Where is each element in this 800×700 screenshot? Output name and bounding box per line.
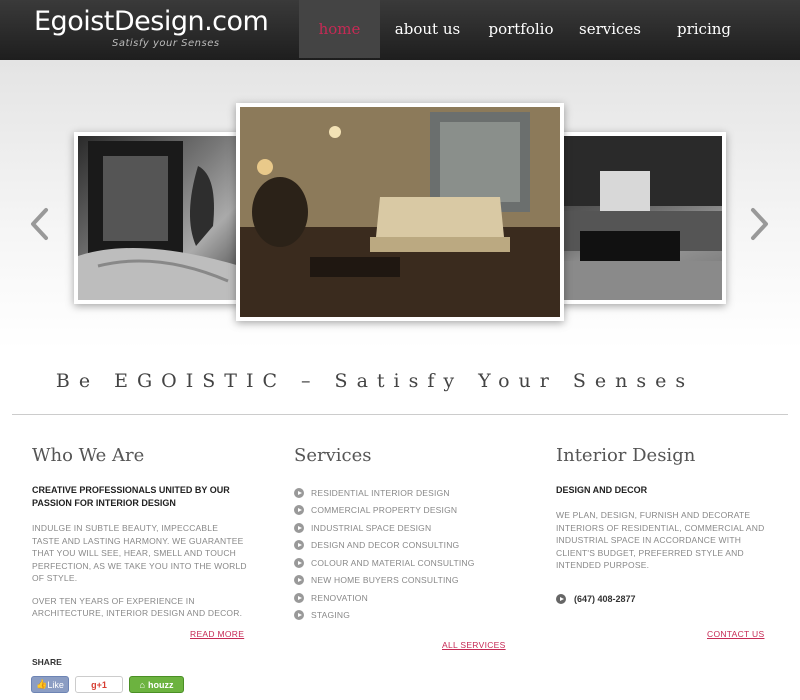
google-plus-button[interactable]: g+1 — [75, 676, 123, 693]
facebook-like-button[interactable]: 👍 Like — [31, 676, 69, 693]
chevron-left-icon[interactable] — [28, 206, 52, 242]
image-carousel — [0, 60, 800, 350]
nav-services[interactable]: services — [567, 0, 653, 58]
nav-home[interactable]: home — [299, 0, 380, 58]
site-logo[interactable]: EgoistDesign.com — [34, 6, 269, 37]
play-bullet-icon — [294, 505, 304, 516]
services-section: Services RESIDENTIAL INTERIOR DESIGN COM… — [294, 445, 509, 624]
play-bullet-icon — [294, 557, 304, 568]
service-item[interactable]: NEW HOME BUYERS CONSULTING — [294, 572, 509, 590]
section-divider — [12, 414, 788, 415]
carousel-slide-previous[interactable] — [74, 132, 244, 304]
phone-bullet-icon — [556, 594, 566, 604]
site-header: EgoistDesign.com Satisfy your Senses hom… — [0, 0, 800, 60]
service-item[interactable]: COMMERCIAL PROPERTY DESIGN — [294, 502, 509, 520]
who-we-are-paragraph-2: OVER TEN YEARS OF EXPERIENCE IN ARCHITEC… — [32, 595, 243, 619]
service-item[interactable]: STAGING — [294, 607, 509, 625]
main-nav: home about us portfolio services pricing — [299, 0, 755, 58]
slide-image-bw-livingroom — [560, 136, 722, 300]
nav-pricing[interactable]: pricing — [653, 0, 755, 58]
share-buttons: 👍 Like g+1 ⌂ houzz — [31, 676, 184, 693]
logo-tagline: Satisfy your Senses — [112, 38, 220, 49]
houzz-logo-icon: ⌂ — [139, 679, 145, 690]
interior-design-title: Interior Design — [556, 445, 696, 466]
site-slogan: Be EGOISTIC – Satisfy Your Senses — [55, 370, 695, 392]
service-item[interactable]: DESIGN AND DECOR CONSULTING — [294, 537, 509, 555]
all-services-link[interactable]: ALL SERVICES — [442, 640, 506, 650]
carousel-slide-next[interactable] — [556, 132, 726, 304]
carousel-slide-current[interactable] — [236, 103, 564, 321]
play-bullet-icon — [294, 487, 304, 498]
play-bullet-icon — [294, 575, 304, 586]
interior-design-section: Interior Design DESIGN AND DECOR WE PLAN… — [556, 445, 771, 582]
play-bullet-icon — [294, 592, 304, 603]
contact-us-link[interactable]: CONTACT US — [707, 629, 764, 639]
play-bullet-icon — [294, 540, 304, 551]
who-we-are-subtitle: CREATIVE PROFESSIONALS UNITED BY OUR PAS… — [32, 485, 230, 508]
share-label: SHARE — [32, 657, 62, 667]
play-bullet-icon — [294, 610, 304, 621]
nav-portfolio[interactable]: portfolio — [475, 0, 567, 58]
service-item[interactable]: COLOUR AND MATERIAL CONSULTING — [294, 554, 509, 572]
service-item[interactable]: RESIDENTIAL INTERIOR DESIGN — [294, 484, 509, 502]
service-item[interactable]: RENOVATION — [294, 589, 509, 607]
services-list: RESIDENTIAL INTERIOR DESIGN COMMERCIAL P… — [294, 484, 509, 624]
play-bullet-icon — [294, 522, 304, 533]
service-item[interactable]: INDUSTRIAL SPACE DESIGN — [294, 519, 509, 537]
services-title: Services — [294, 445, 372, 466]
chevron-right-icon[interactable] — [747, 206, 771, 242]
who-we-are-paragraph-1: INDULGE IN SUBTLE BEAUTY, IMPECCABLE TAS… — [32, 523, 247, 583]
interior-design-subtitle: DESIGN AND DECOR — [556, 485, 648, 495]
phone-number[interactable]: (647) 408-2877 — [556, 594, 636, 604]
interior-design-paragraph: WE PLAN, DESIGN, FURNISH AND DECORATE IN… — [556, 510, 765, 570]
slide-image-bw-decor — [78, 136, 240, 300]
slide-image-interior-livingroom — [240, 107, 560, 317]
nav-about-us[interactable]: about us — [380, 0, 475, 58]
thumbs-up-icon: 👍 — [36, 679, 48, 689]
who-we-are-title: Who We Are — [32, 445, 145, 466]
who-we-are-section: Who We Are CREATIVE PROFESSIONALS UNITED… — [32, 445, 247, 630]
read-more-link[interactable]: READ MORE — [190, 629, 244, 639]
houzz-button[interactable]: ⌂ houzz — [129, 676, 184, 693]
